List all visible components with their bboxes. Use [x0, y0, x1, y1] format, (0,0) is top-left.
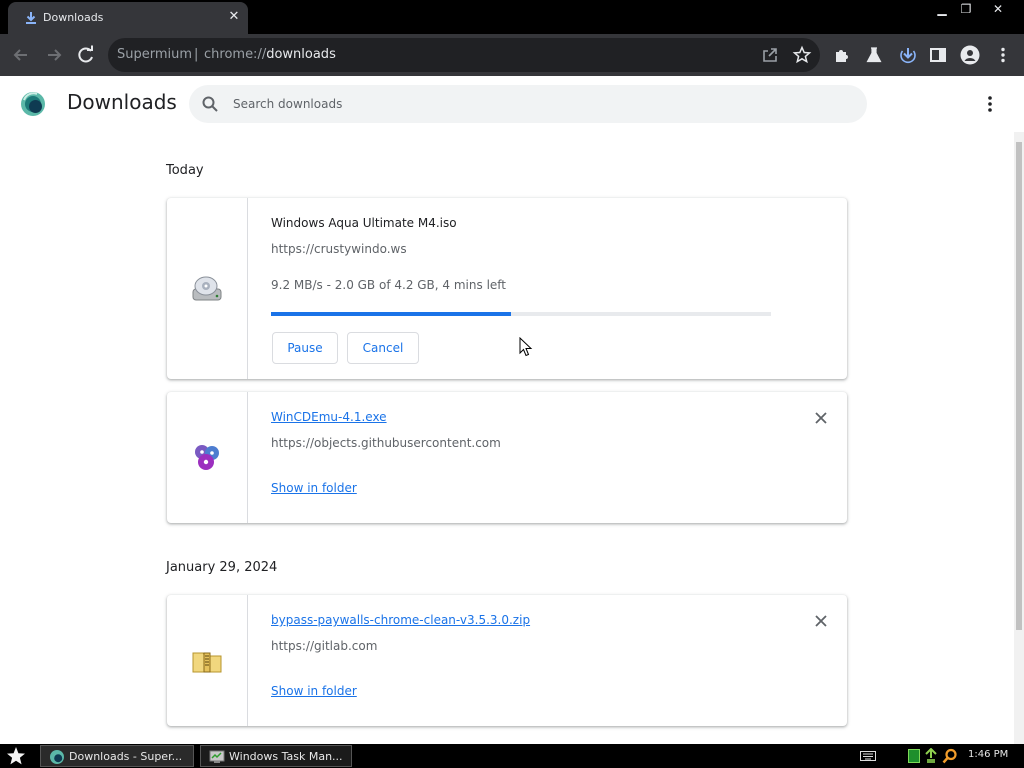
window-close-icon[interactable]: ✕: [984, 0, 1012, 18]
file-icon-column: [167, 198, 248, 379]
kebab-menu-icon[interactable]: [993, 45, 1013, 65]
file-name: Windows Aqua Ultimate M4.iso: [271, 216, 457, 230]
restore-icon[interactable]: ❐: [952, 0, 980, 18]
mouse-cursor-icon: [519, 337, 533, 357]
taskbar-item-task-manager[interactable]: Windows Task Man...: [200, 745, 352, 767]
taskbar-label: Windows Task Man...: [229, 750, 343, 763]
date-heading: Today: [166, 163, 204, 178]
taskbar-item-browser[interactable]: Downloads - Super...: [40, 745, 194, 767]
omnibox-scheme: chrome://: [204, 47, 267, 62]
download-item: WinCDEmu-4.1.exe https://objects.githubu…: [167, 392, 847, 523]
taskbar-label: Downloads - Super...: [69, 750, 183, 763]
file-name-link[interactable]: WinCDEmu-4.1.exe: [271, 410, 387, 424]
remove-icon[interactable]: [813, 410, 829, 426]
disc-drive-icon: [192, 276, 222, 301]
show-in-folder-link[interactable]: Show in folder: [271, 684, 357, 698]
file-name-link[interactable]: bypass-paywalls-chrome-clean-v3.5.3.0.zi…: [271, 613, 530, 627]
pause-button[interactable]: Pause: [272, 332, 338, 364]
file-url: https://objects.githubusercontent.com: [271, 436, 501, 450]
remove-icon[interactable]: [813, 613, 829, 629]
cpu-monitor-icon[interactable]: [908, 749, 920, 763]
toolbar: Supermium | chrome://downloads: [0, 34, 1024, 76]
tab-title: Downloads: [43, 11, 104, 24]
download-progress-fill: [271, 312, 511, 316]
downloads-page: Downloads Today Win: [0, 76, 1024, 744]
profile-icon[interactable]: [960, 45, 980, 65]
wincdemu-icon: [195, 445, 219, 470]
download-progress-bar: [271, 312, 771, 316]
download-item: bypass-paywalls-chrome-clean-v3.5.3.0.zi…: [167, 595, 847, 726]
reload-icon[interactable]: [76, 45, 96, 65]
omnibox-host: downloads: [266, 47, 336, 62]
file-url: https://gitlab.com: [271, 639, 378, 653]
forward-icon[interactable]: [44, 45, 64, 65]
network-icon[interactable]: [924, 748, 938, 764]
taskbar: Downloads - Super... Windows Task Man...…: [0, 744, 1024, 768]
download-item: Windows Aqua Ultimate M4.iso https://cru…: [167, 198, 847, 379]
page-header: Downloads: [0, 76, 1014, 132]
search-input[interactable]: [233, 94, 833, 114]
page-title: Downloads: [67, 90, 177, 114]
supermium-logo-icon: [21, 92, 45, 116]
scrollbar-thumb[interactable]: [1016, 142, 1022, 630]
downloads-icon[interactable]: [898, 45, 918, 65]
file-url: https://crustywindo.ws: [271, 242, 407, 256]
search-box[interactable]: [189, 85, 867, 123]
sidepanel-icon[interactable]: [928, 45, 948, 65]
keyboard-icon[interactable]: [860, 750, 876, 762]
labs-icon[interactable]: [864, 45, 884, 65]
cancel-button[interactable]: Cancel: [347, 332, 419, 364]
omnibox[interactable]: Supermium | chrome://downloads: [108, 38, 820, 72]
file-icon-column: [167, 595, 248, 726]
tab-strip: Downloads ✕ ▁ ❐ ✕: [0, 0, 1024, 34]
extensions-icon[interactable]: [832, 45, 852, 65]
supermium-taskbar-icon: [50, 750, 64, 764]
more-actions-icon[interactable]: [980, 94, 1000, 114]
download-icon: [26, 12, 36, 24]
file-icon-column: [167, 392, 248, 523]
omnibox-separator: |: [194, 47, 199, 62]
zip-folder-icon: [192, 652, 222, 673]
share-icon[interactable]: [760, 45, 780, 65]
back-icon[interactable]: [11, 45, 31, 65]
taskbar-clock: 1:46 PM: [968, 749, 1009, 760]
omnibox-url: chrome://downloads: [204, 47, 336, 62]
search-tray-icon[interactable]: [942, 748, 958, 764]
task-manager-icon: [209, 750, 225, 763]
omnibox-prefix: Supermium: [117, 47, 193, 62]
tab-close-icon[interactable]: ✕: [226, 9, 242, 25]
start-icon[interactable]: [6, 746, 26, 766]
star-icon[interactable]: [792, 45, 812, 65]
page-scrollbar[interactable]: [1014, 132, 1024, 744]
search-icon: [202, 96, 218, 112]
date-heading: January 29, 2024: [166, 560, 278, 575]
show-in-folder-link[interactable]: Show in folder: [271, 481, 357, 495]
tab-downloads[interactable]: Downloads ✕: [8, 2, 248, 34]
download-status: 9.2 MB/s - 2.0 GB of 4.2 GB, 4 mins left: [271, 278, 507, 292]
